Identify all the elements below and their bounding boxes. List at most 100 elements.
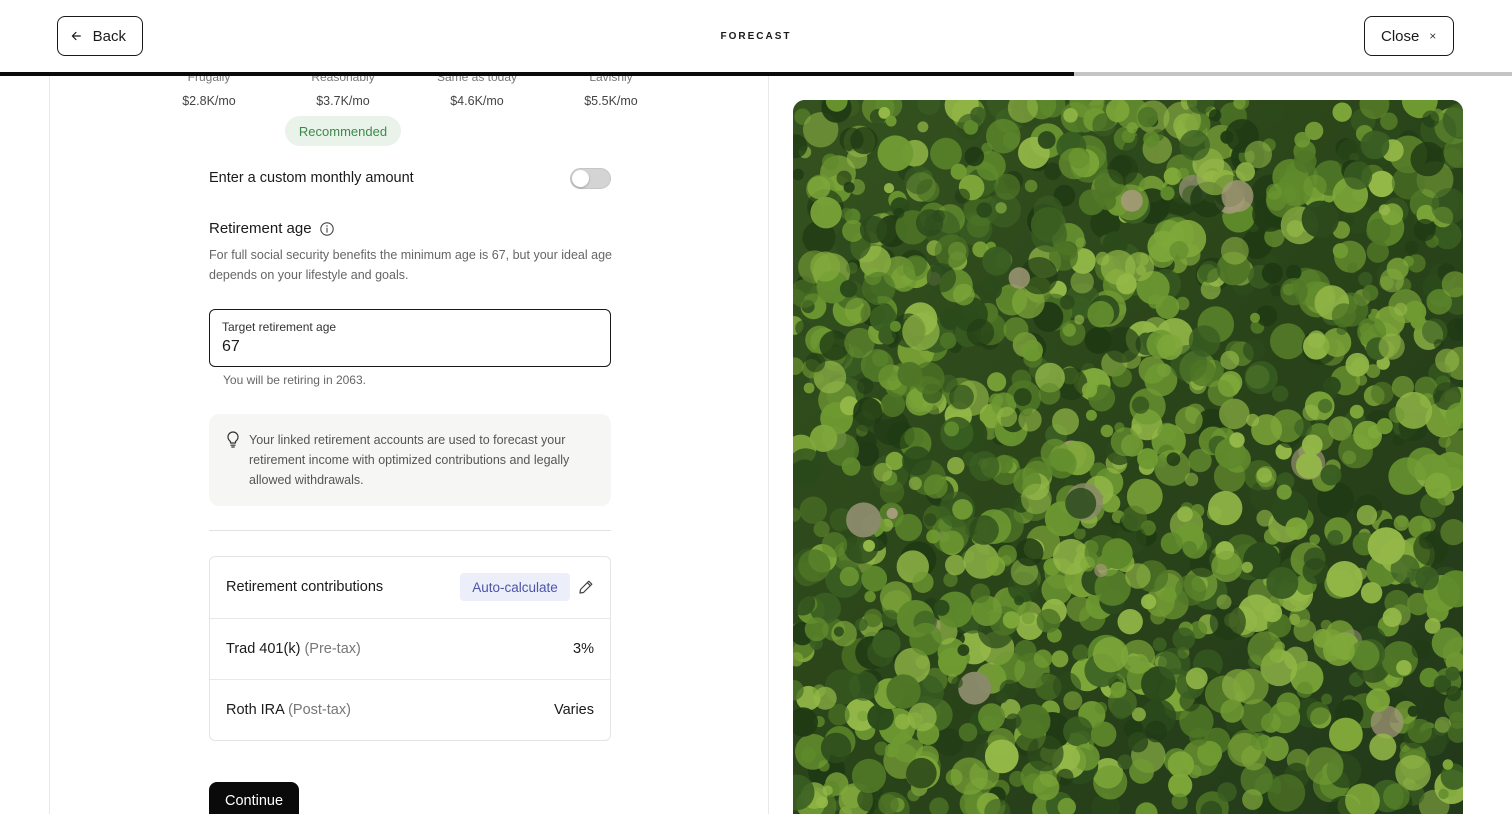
tree-crown	[851, 758, 887, 794]
progress-bar-fill	[0, 72, 1074, 76]
custom-amount-label: Enter a custom monthly amount	[209, 170, 414, 186]
tree-crown	[923, 513, 937, 527]
tree-crown	[1303, 547, 1327, 570]
tree-crown	[1366, 240, 1389, 263]
tree-crown	[1143, 131, 1160, 148]
tree-crown	[1070, 270, 1094, 294]
tree-crown	[1221, 180, 1254, 213]
close-button[interactable]: Close	[1364, 16, 1454, 56]
contribution-name: Trad 401(k)	[226, 641, 301, 657]
tree-crown	[969, 451, 1000, 482]
target-retirement-age-field[interactable]: Target retirement age	[209, 309, 611, 367]
spending-option-name: Frugally	[187, 76, 231, 84]
tree-crown	[954, 188, 970, 204]
tree-crown	[987, 372, 1007, 392]
tree-crown	[909, 622, 942, 656]
tree-crown	[820, 732, 852, 764]
tree-crown	[958, 671, 991, 705]
tree-crown	[1261, 262, 1283, 284]
tree-crown	[1263, 528, 1281, 545]
tree-crown	[1220, 699, 1244, 723]
spending-option-name: Same as today	[436, 76, 518, 84]
tree-crown	[1211, 550, 1243, 583]
tree-crown	[1266, 183, 1282, 200]
tree-crown	[949, 384, 974, 410]
tree-crown	[1368, 170, 1395, 198]
tree-crown	[1318, 398, 1333, 414]
tree-crown	[1435, 348, 1460, 373]
target-retirement-age-input[interactable]	[222, 338, 592, 356]
tree-crown	[1370, 381, 1394, 405]
tree-crown	[1131, 396, 1150, 414]
tree-crown	[844, 327, 875, 359]
tree-crown	[1220, 350, 1240, 370]
tree-crown	[1052, 408, 1079, 436]
tree-crown	[818, 760, 830, 772]
tree-crown	[1307, 330, 1326, 349]
tree-crown	[950, 163, 967, 180]
tree-crown	[1250, 732, 1269, 751]
pencil-icon[interactable]	[578, 579, 594, 595]
tree-crown	[1038, 382, 1061, 405]
divider	[209, 530, 611, 531]
contribution-name: Roth IRA	[226, 702, 285, 718]
tree-crown	[1091, 721, 1117, 747]
tree-crown	[986, 118, 1021, 154]
tree-crown	[1100, 424, 1114, 438]
tree-crown	[850, 127, 878, 155]
tree-crown	[958, 723, 978, 742]
tree-crown	[1145, 720, 1167, 743]
tree-crown	[813, 686, 837, 710]
tree-crown	[1110, 681, 1127, 698]
tree-crown	[1005, 713, 1022, 730]
tree-crown	[1124, 252, 1155, 282]
tree-crown	[947, 457, 965, 475]
tree-crown	[1358, 271, 1373, 287]
tree-crown	[807, 176, 831, 200]
tree-crown	[952, 499, 973, 520]
tree-crown	[1404, 240, 1419, 255]
tree-crown	[849, 671, 879, 701]
tree-crown	[1392, 434, 1405, 447]
auto-calculate-badge[interactable]: Auto-calculate	[460, 573, 570, 601]
tree-crown	[1037, 131, 1056, 149]
tree-crown	[1394, 302, 1408, 316]
tree-crown	[976, 202, 992, 218]
spending-option-amount: $2.8K/mo	[182, 94, 236, 108]
tree-crown	[1295, 452, 1323, 479]
info-icon[interactable]	[319, 221, 335, 237]
tree-crown	[1393, 515, 1409, 531]
tree-crown	[1266, 567, 1299, 599]
tree-crown	[854, 618, 868, 631]
tree-crown	[1293, 149, 1317, 173]
tree-crown	[1418, 532, 1436, 550]
tree-crown	[881, 609, 899, 627]
tree-crown	[1036, 608, 1061, 633]
tree-crown	[1209, 109, 1222, 122]
tree-crown	[1445, 666, 1460, 681]
tree-crown	[886, 507, 898, 519]
tree-crown	[917, 121, 929, 133]
tree-crown	[1407, 718, 1432, 744]
tree-crown	[1015, 538, 1044, 567]
spending-option-amount: $5.5K/mo	[584, 94, 638, 108]
tree-crown	[1161, 588, 1177, 603]
tree-crown	[863, 539, 875, 552]
tree-crown	[857, 710, 869, 722]
tree-crown	[1156, 334, 1183, 360]
custom-amount-toggle[interactable]	[570, 168, 611, 189]
tree-crown	[859, 215, 888, 244]
contribution-row-roth-ira: Roth IRA (Post-tax) Varies	[210, 679, 610, 740]
tree-crown	[843, 181, 855, 193]
tree-crown	[1117, 754, 1133, 770]
tree-crown	[846, 262, 858, 274]
continue-button[interactable]: Continue	[209, 782, 299, 814]
tree-crown	[1021, 483, 1052, 515]
tree-crown	[1177, 167, 1190, 180]
info-tip: Your linked retirement accounts are used…	[209, 414, 611, 506]
tree-crown	[803, 382, 815, 394]
tree-crown	[1198, 260, 1221, 283]
tree-crown	[1262, 101, 1284, 124]
tree-crown	[1209, 603, 1246, 640]
tree-crown	[1033, 649, 1053, 668]
